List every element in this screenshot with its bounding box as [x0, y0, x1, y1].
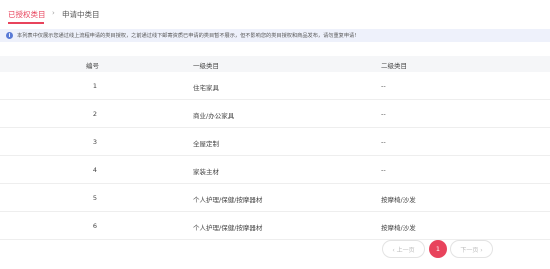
row-level1-category: 家装主材 — [193, 168, 219, 176]
info-icon: i — [6, 32, 13, 39]
row-level2-category: 按摩椅/沙发 — [381, 196, 416, 204]
header-number: 编号 — [86, 62, 99, 70]
row-level2-category: -- — [381, 110, 386, 118]
row-number: 6 — [92, 222, 98, 230]
row-level1-category: 商业/办公家具 — [193, 112, 235, 120]
row-level1-category: 个人护理/保健/按摩器材 — [193, 224, 263, 232]
table-row: 2 商业/办公家具 -- — [0, 100, 550, 128]
table-row: 1 住宅家具 -- — [0, 72, 550, 100]
tab-pending-categories[interactable]: 申请中类目 — [62, 9, 100, 20]
tab-bar: 已授权类目 › 申请中类目 — [0, 0, 550, 26]
header-level2-category: 二级类目 — [381, 62, 407, 70]
header-level1-category: 一级类目 — [193, 62, 219, 70]
table-row: 4 家装主材 -- — [0, 156, 550, 184]
tab-authorized-categories[interactable]: 已授权类目 — [8, 9, 46, 20]
row-number: 5 — [92, 194, 98, 202]
table-header: 编号 一级类目 二级类目 — [0, 56, 550, 72]
tab-separator: › — [52, 9, 55, 17]
notice-text: 本列表中仅展示您通过线上流程申请的类目授权，之前通过线下邮寄资质已申请的类目暂不… — [17, 33, 357, 39]
row-level1-category: 住宅家具 — [193, 84, 219, 92]
row-number: 2 — [92, 110, 98, 118]
row-level1-category: 全屋定制 — [193, 140, 219, 148]
row-level2-category: -- — [381, 166, 386, 174]
table-row: 6 个人护理/保健/按摩器材 按摩椅/沙发 — [0, 212, 550, 240]
row-level2-category: -- — [381, 82, 386, 90]
table-row: 5 个人护理/保健/按摩器材 按摩椅/沙发 — [0, 184, 550, 212]
row-level2-category: -- — [381, 138, 386, 146]
row-level2-category: 按摩椅/沙发 — [381, 224, 416, 232]
prev-page-button[interactable]: ‹ 上一页 — [382, 240, 425, 258]
next-page-button[interactable]: 下一页 › — [450, 240, 493, 258]
row-number: 4 — [92, 166, 98, 174]
active-tab-indicator — [8, 22, 44, 24]
row-level1-category: 个人护理/保健/按摩器材 — [193, 196, 263, 204]
current-page-button[interactable]: 1 — [429, 240, 447, 258]
category-table: 编号 一级类目 二级类目 1 住宅家具 -- 2 商业/办公家具 -- 3 全屋… — [0, 56, 550, 240]
row-number: 3 — [92, 138, 98, 146]
row-number: 1 — [92, 82, 98, 90]
table-row: 3 全屋定制 -- — [0, 128, 550, 156]
notice-banner: i 本列表中仅展示您通过线上流程申请的类目授权，之前通过线下邮寄资质已申请的类目… — [0, 29, 550, 42]
